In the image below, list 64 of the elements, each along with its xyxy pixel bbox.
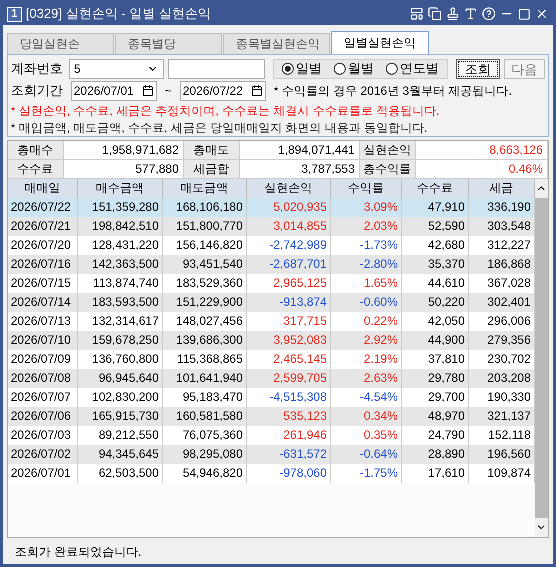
table-row[interactable]: 2026/07/22 151,359,280 168,106,180 5,020,935 3.09% 47,910 336,190 (8, 198, 535, 217)
summary-label: 실현손익 (360, 141, 416, 159)
status-text: 조회가 완료되었습니다. (15, 544, 142, 561)
tab[interactable]: 당일실현손 (7, 33, 114, 54)
stamp-icon[interactable] (446, 7, 460, 21)
close-icon[interactable] (535, 7, 549, 21)
radio-option[interactable]: 일별 (282, 59, 322, 79)
layout-icon[interactable] (410, 7, 424, 21)
date-field[interactable]: 2026/07/22 (180, 81, 266, 101)
table-cell: -1.75% (331, 464, 402, 483)
table-row[interactable]: 2026/07/21 198,842,510 151,800,770 3,014,855 2.03% 52,590 303,548 (8, 217, 535, 236)
table-cell: 17,610 (402, 464, 469, 483)
tab[interactable]: 일별실현손익 (331, 31, 429, 54)
tab[interactable]: 종목별실현손익 (223, 33, 330, 54)
table-row[interactable]: 2026/07/13 132,314,617 148,027,456 317,715 0.22% 42,050 296,006 (8, 312, 535, 331)
table-row[interactable]: 2026/07/01 62,503,500 54,946,820 -978,060 -1.75% 17,610 109,874 (8, 464, 535, 483)
radio-option[interactable]: 월별 (334, 59, 374, 79)
summary-value: 1,894,071,441 (240, 141, 360, 159)
radio-option[interactable]: 연도별 (386, 59, 439, 79)
table-row[interactable]: 2026/07/20 128,431,220 156,146,820 -2,742,989 -1.73% 42,680 312,227 (8, 236, 535, 255)
summary-label: 총수익률 (360, 160, 416, 178)
table-row[interactable]: 2026/07/03 89,212,550 76,075,360 261,946 0.35% 24,790 152,118 (8, 426, 535, 445)
window-badge: 1 (7, 6, 22, 22)
table-row[interactable]: 2026/07/02 94,345,645 98,295,080 -631,572 -0.64% 28,890 196,560 (8, 445, 535, 464)
help-icon[interactable] (482, 7, 496, 21)
table-cell: 2026/07/01 (8, 464, 78, 483)
table-row[interactable]: 2026/07/08 96,945,640 101,641,940 2,599,705 2.63% 29,780 203,208 (8, 369, 535, 388)
summary-label: 총매수 (8, 141, 64, 159)
maximize-icon[interactable] (518, 8, 531, 20)
table-row[interactable]: 2026/07/09 136,760,800 115,368,865 2,465,145 2.19% 37,810 230,702 (8, 350, 535, 369)
date-field[interactable]: 2026/07/01 (71, 81, 157, 101)
table-row[interactable]: 2026/07/15 113,874,740 183,529,360 2,965,125 1.65% 44,610 367,028 (8, 274, 535, 293)
table-cell: -978,060 (247, 464, 331, 483)
table-row[interactable]: 2026/07/14 183,593,500 151,229,900 -913,874 -0.60% 50,220 302,401 (8, 293, 535, 312)
window-title: [0329] 실현손익 - 일별 실현손익 (26, 5, 211, 24)
account-name-field[interactable] (168, 59, 265, 79)
notice-text: * 실현손익, 수수료, 세금은 추정치이며, 수수료는 체결시 수수료률로 적용됩니다. (11, 103, 441, 119)
table-cell: 62,503,500 (78, 464, 163, 483)
field-label: 계좌번호 (11, 60, 64, 78)
table-row[interactable]: 2026/07/07 102,830,200 95,183,470 -4,515,308 -4.54% 29,700 190,330 (8, 388, 535, 407)
calendar-icon[interactable] (251, 85, 264, 97)
text-icon[interactable] (464, 7, 478, 21)
account-dropdown[interactable]: 5 (69, 59, 164, 79)
range-separator: ~ (164, 83, 174, 100)
field-label: 조회기간 (11, 82, 64, 100)
notice-text: * 매입금액, 매도금액, 수수료, 세금은 당일매매일지 화면의 내용과 동일합니다. (11, 120, 429, 136)
copy-icon[interactable] (428, 7, 442, 21)
summary-label: 총매도 (184, 141, 240, 159)
summary-value: 3,787,553 (240, 160, 360, 178)
note-text: * 수익률의 경우 2016년 3월부터 제공됩니다. (274, 83, 512, 100)
summary-value: 8,663,126 (416, 141, 548, 159)
scrollbar[interactable] (535, 179, 548, 537)
summary-label: 세금합 (184, 160, 240, 178)
table-row[interactable]: 2026/07/06 165,915,730 160,581,580 535,123 0.34% 48,970 321,137 (8, 407, 535, 426)
action-button[interactable]: 조회 (456, 59, 500, 79)
tab[interactable]: 종목별당 (115, 33, 222, 54)
table-cell: 54,946,820 (163, 464, 247, 483)
table-row[interactable]: 2026/07/16 142,363,500 93,451,540 -2,687,701 -2.80% 35,370 186,868 (8, 255, 535, 274)
table-row[interactable]: 2026/07/10 159,678,250 139,686,300 3,952,083 2.92% 44,900 279,356 (8, 331, 535, 350)
summary-value: 0.46% (416, 160, 548, 178)
calendar-icon[interactable] (142, 85, 154, 97)
summary-value: 577,880 (64, 160, 184, 178)
summary-value: 1,958,971,682 (64, 141, 184, 159)
summary-label: 수수료 (8, 160, 64, 178)
